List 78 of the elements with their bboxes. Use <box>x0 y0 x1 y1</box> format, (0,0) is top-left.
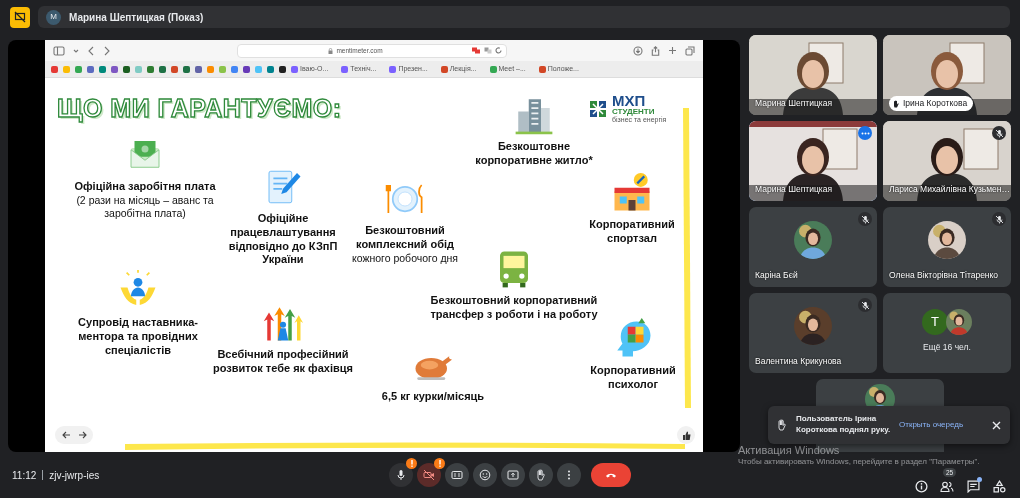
camera-off-icon <box>423 469 435 481</box>
hand-icon <box>535 469 547 481</box>
open-queue-link[interactable]: Открыть очередь <box>899 419 964 431</box>
screen-off-icon <box>14 11 26 23</box>
microphone-button[interactable] <box>389 463 413 487</box>
benefit-title: Офіційна заробітня плата <box>73 180 217 194</box>
camera-button[interactable] <box>417 463 441 487</box>
present-button[interactable] <box>501 463 525 487</box>
participant-name: Марина Шептицкая <box>755 97 833 110</box>
participant-name: Ірина Короткова <box>903 97 968 110</box>
reactions-button[interactable] <box>473 463 497 487</box>
exclamation-icon <box>410 460 413 467</box>
benefit-title: Корпоративний психолог <box>589 364 677 392</box>
participant-name: Олена Вікторівна Тітаренко <box>889 269 999 282</box>
shapes-icon <box>992 479 1006 493</box>
hand-icon <box>892 99 900 108</box>
meeting-code: zjv-jwrp-ies <box>49 468 100 483</box>
more-options-button[interactable] <box>557 463 581 487</box>
benefit-title: Безкоштовний комплексний обід <box>355 224 455 252</box>
share-icon[interactable] <box>651 45 660 56</box>
thumbs-up-icon <box>681 430 691 440</box>
hand-icon <box>776 419 788 431</box>
forward-icon[interactable] <box>103 45 111 56</box>
lock-icon <box>328 47 334 54</box>
present-screen-icon[interactable] <box>10 6 30 28</box>
meeting-details-button[interactable] <box>912 477 930 495</box>
captions-button[interactable] <box>445 463 469 487</box>
participant-name: Валентина Крикунова <box>755 355 842 368</box>
logo-name: МХП <box>612 93 647 108</box>
benefit-title: Безкоштовний корпоративний трансфер з роботи і на роботу <box>429 294 599 322</box>
slide-title: ЩО МИ ГАРАНТУЄМО: <box>57 93 342 126</box>
mic-icon <box>395 469 407 481</box>
sidebar-icon[interactable] <box>53 45 65 56</box>
notification-text: Пользователь Ірина Короткова поднял руку. <box>796 414 891 436</box>
arrow-left-icon <box>61 431 71 439</box>
chat-button[interactable] <box>964 477 982 495</box>
presenter-avatar: M <box>46 9 61 25</box>
captions-icon <box>451 469 463 481</box>
chat-icon <box>966 479 980 493</box>
logo-subtitle: СТУДЕНТИ <box>612 108 655 116</box>
close-icon <box>991 420 1001 430</box>
benefit-title: 6,5 кг курки/місяць <box>381 390 485 404</box>
benefit-title: Корпоративний спортзал <box>588 218 676 246</box>
close-button[interactable] <box>990 419 1002 431</box>
activities-button[interactable] <box>990 477 1008 495</box>
meeting-time: 11:12 <box>12 468 37 483</box>
reaction-button[interactable] <box>677 426 695 444</box>
arrow-right-icon <box>77 431 87 439</box>
extension-icon[interactable] <box>472 47 481 54</box>
present-screen-icon <box>507 469 519 481</box>
benefit-note: (2 рази на місяць – аванс та заробітна плата) <box>75 193 215 220</box>
participant-name: Каріна Бєй <box>755 269 798 282</box>
presentation-title: Марина Шептицкая (Показ) <box>69 10 204 25</box>
activation-title: Активация Windows <box>738 444 841 457</box>
leave-call-button[interactable] <box>591 463 631 487</box>
benefit-title: Офіційне працевлаштування відповідно до КЗпП України <box>227 212 339 267</box>
raise-hand-button[interactable] <box>529 463 553 487</box>
benefit-title: Всебічний професійний розвиток тебе як фахівця <box>213 348 353 376</box>
participant-avatar: T <box>922 309 948 335</box>
benefit-title: Супровід наставника-ментора та провідних спеціалістів <box>77 316 199 358</box>
chevron-down-icon[interactable] <box>73 47 79 54</box>
reload-icon[interactable] <box>495 47 502 54</box>
people-icon <box>940 479 954 493</box>
back-icon[interactable] <box>87 45 95 56</box>
more-participants-label[interactable]: Ещё 16 чел. <box>923 341 971 354</box>
participant-name: Марина Шептицкая <box>755 183 833 196</box>
download-icon[interactable] <box>633 45 643 56</box>
benefit-title: Безкоштовне корпоративне житло* <box>474 140 594 168</box>
participant-name: Лариса Михайлівна Кузьмен… <box>889 183 1011 196</box>
translate-icon[interactable] <box>484 47 492 54</box>
exclamation-icon <box>438 460 441 467</box>
info-icon <box>914 479 928 493</box>
smiley-icon <box>479 469 491 481</box>
new-tab-icon[interactable] <box>668 46 677 55</box>
activation-text: Чтобы активировать Windows, перейдите в раздел "Параметры". <box>738 457 980 467</box>
tabs-overview-icon[interactable] <box>685 45 695 56</box>
more-icon <box>860 131 870 135</box>
benefit-note: кожного робочого дня <box>351 251 459 265</box>
